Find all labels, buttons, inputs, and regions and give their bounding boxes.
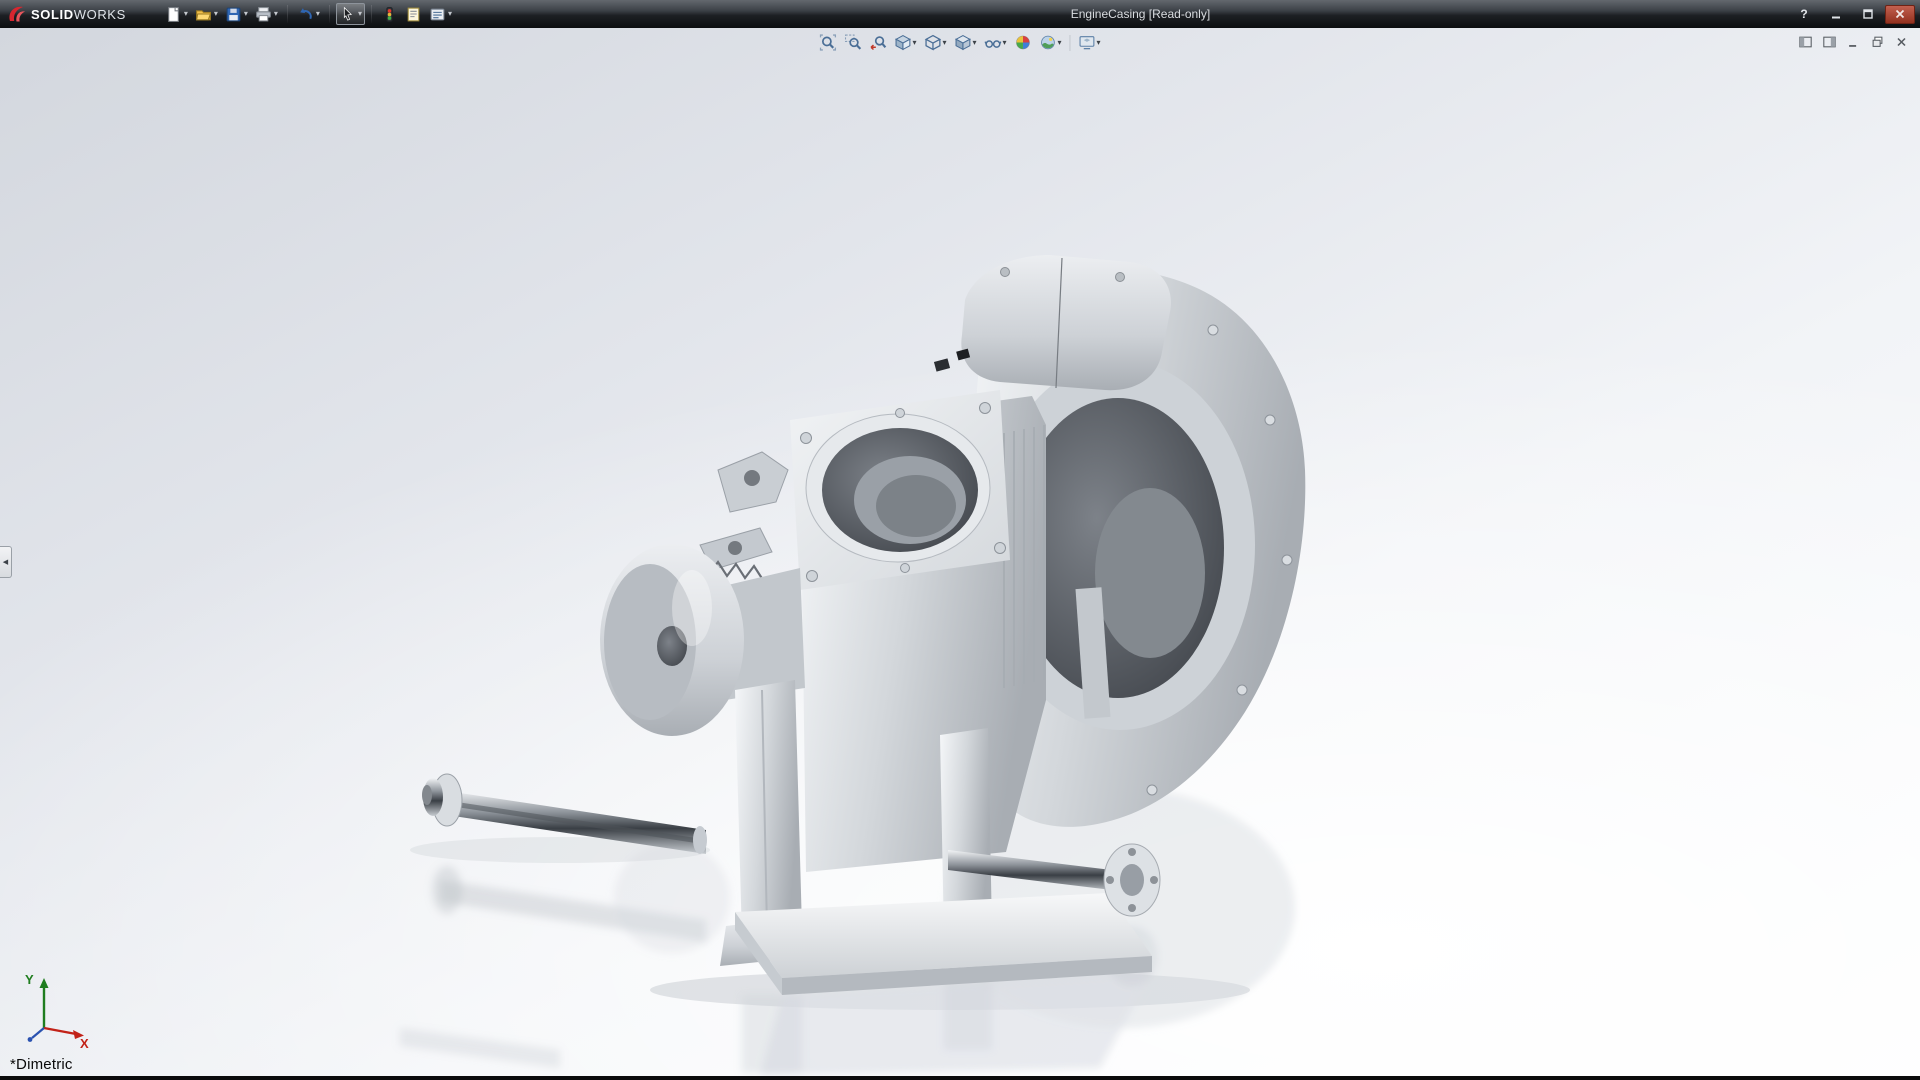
hide-show-items-button[interactable]: ▾ <box>983 33 1009 52</box>
section-view-icon <box>894 34 911 51</box>
toolbar-separator <box>329 5 330 23</box>
solidworks-logo-icon <box>6 4 26 24</box>
engine-casing-model[interactable] <box>0 28 1920 1076</box>
select-cursor-icon <box>339 6 356 23</box>
rebuild-traffic-light-icon <box>381 6 398 23</box>
main-toolbar: ▾ ▾ ▾ <box>162 0 455 28</box>
document-window-controls <box>1796 34 1911 50</box>
toolbar-separator <box>287 5 288 23</box>
minimize-icon <box>1830 8 1842 20</box>
minimize-document-button[interactable] <box>1844 34 1863 50</box>
previous-view-button[interactable] <box>867 33 888 52</box>
view-settings-dropdown-arrow-icon[interactable]: ▾ <box>1097 39 1101 47</box>
undo-icon <box>297 6 314 23</box>
rebuild-button[interactable] <box>378 3 401 25</box>
edit-appearance-ball-icon <box>1015 34 1032 51</box>
hide-show-dropdown-arrow-icon[interactable]: ▾ <box>1003 39 1007 47</box>
open-folder-icon <box>195 6 212 23</box>
brand-name-suffix: WORKS <box>74 7 126 22</box>
collapse-arrow-icon: ◀ <box>3 558 8 566</box>
maximize-button[interactable] <box>1853 5 1883 24</box>
close-icon <box>1894 8 1906 20</box>
view-orientation-label: *Dimetric <box>10 1056 73 1073</box>
model-crankcase-block[interactable] <box>790 390 1046 872</box>
zoom-to-area-button[interactable] <box>842 33 863 52</box>
help-button[interactable]: ? <box>1789 5 1819 24</box>
open-button[interactable]: ▾ <box>192 3 221 25</box>
document-title: EngineCasing [Read-only] <box>1071 0 1210 28</box>
solidworks-window: SOLIDWORKS ▾ ▾ <box>0 0 1920 1080</box>
triad-x-label: X <box>80 1036 89 1048</box>
apply-scene-dropdown-arrow-icon[interactable]: ▾ <box>1058 39 1062 47</box>
save-dropdown-arrow-icon[interactable]: ▾ <box>244 10 248 18</box>
print-icon <box>255 6 272 23</box>
options-button[interactable]: ▾ <box>426 3 455 25</box>
triad-y-label: Y <box>25 972 34 987</box>
section-view-button[interactable]: ▾ <box>892 33 918 52</box>
options-dropdown-arrow-icon[interactable]: ▾ <box>448 10 452 18</box>
close-document-button[interactable] <box>1892 34 1911 50</box>
triad-z-dot <box>28 1037 33 1042</box>
select-dropdown-arrow-icon[interactable]: ▾ <box>358 10 362 18</box>
view-settings-icon <box>1079 34 1096 51</box>
heads-up-view-toolbar: ▾ ▾ ▾ <box>817 33 1102 52</box>
previous-pane-icon <box>1798 35 1813 49</box>
triad-y-arrow <box>40 978 49 988</box>
display-style-dropdown-arrow-icon[interactable]: ▾ <box>972 39 976 47</box>
apply-scene-ball-icon <box>1040 34 1057 51</box>
previous-pane-button[interactable] <box>1796 34 1815 50</box>
previous-view-icon <box>869 34 886 51</box>
hide-show-glasses-icon <box>985 34 1002 51</box>
apply-scene-button[interactable]: ▾ <box>1038 33 1064 52</box>
view-orientation-button[interactable]: ▾ <box>922 33 948 52</box>
open-dropdown-arrow-icon[interactable]: ▾ <box>214 10 218 18</box>
view-orientation-cube-icon <box>924 34 941 51</box>
hud-separator <box>1070 35 1071 51</box>
file-properties-icon <box>405 6 422 23</box>
zoom-to-fit-icon <box>819 34 836 51</box>
next-pane-icon <box>1822 35 1837 49</box>
new-document-button[interactable]: ▾ <box>162 3 191 25</box>
print-dropdown-arrow-icon[interactable]: ▾ <box>274 10 278 18</box>
new-document-dropdown-arrow-icon[interactable]: ▾ <box>184 10 188 18</box>
restore-document-button[interactable] <box>1868 34 1887 50</box>
close-button[interactable] <box>1885 5 1915 24</box>
undo-dropdown-arrow-icon[interactable]: ▾ <box>316 10 320 18</box>
undo-button[interactable]: ▾ <box>294 3 323 25</box>
view-orientation-dropdown-arrow-icon[interactable]: ▾ <box>942 39 946 47</box>
restore-document-icon <box>1870 35 1885 49</box>
edit-appearance-button[interactable] <box>1013 33 1034 52</box>
solidworks-brand: SOLIDWORKS <box>0 0 134 28</box>
minimize-document-icon <box>1846 35 1861 49</box>
file-properties-button[interactable] <box>402 3 425 25</box>
graphics-area[interactable]: ▾ ▾ ▾ <box>0 28 1920 1076</box>
display-style-cube-icon <box>954 34 971 51</box>
brand-name-prefix: SOLID <box>31 7 74 22</box>
print-button[interactable]: ▾ <box>252 3 281 25</box>
orientation-triad[interactable]: Y X <box>20 970 92 1048</box>
titlebar: SOLIDWORKS ▾ ▾ <box>0 0 1920 28</box>
save-floppy-icon <box>225 6 242 23</box>
save-button[interactable]: ▾ <box>222 3 251 25</box>
model-brackets[interactable] <box>700 452 788 580</box>
minimize-button[interactable] <box>1821 5 1851 24</box>
featuremanager-collapse-tab[interactable]: ◀ <box>0 546 12 578</box>
model-top-housing[interactable] <box>934 255 1171 390</box>
zoom-to-area-icon <box>844 34 861 51</box>
app-window-controls: ? <box>1789 5 1920 24</box>
close-document-icon <box>1894 35 1909 49</box>
options-icon <box>429 6 446 23</box>
maximize-icon <box>1862 8 1874 20</box>
select-button[interactable]: ▾ <box>336 3 365 25</box>
section-view-dropdown-arrow-icon[interactable]: ▾ <box>912 39 916 47</box>
brand-name: SOLIDWORKS <box>31 7 126 22</box>
next-pane-button[interactable] <box>1820 34 1839 50</box>
bottom-edge-strip <box>0 1076 1920 1080</box>
view-settings-button[interactable]: ▾ <box>1077 33 1103 52</box>
new-document-icon <box>165 6 182 23</box>
zoom-to-fit-button[interactable] <box>817 33 838 52</box>
toolbar-separator <box>371 5 372 23</box>
display-style-button[interactable]: ▾ <box>952 33 978 52</box>
